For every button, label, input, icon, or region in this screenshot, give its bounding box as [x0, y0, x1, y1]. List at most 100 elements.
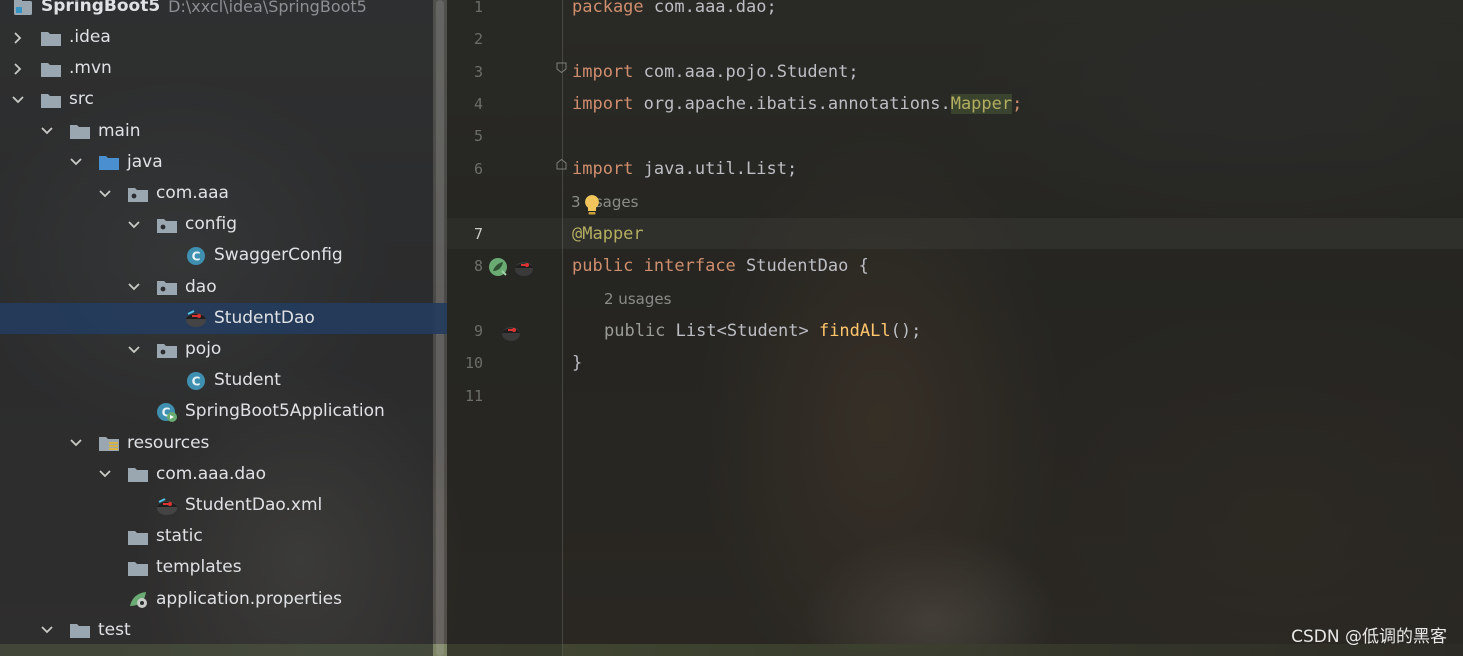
line-number[interactable]: 9: [447, 316, 483, 347]
tree-item-label: SpringBoot5Application: [185, 401, 385, 422]
tree-item-src[interactable]: src: [0, 84, 447, 115]
method-name: findALl: [818, 321, 891, 341]
tree-item-studentdao[interactable]: StudentDao: [0, 302, 447, 334]
chevron-down-icon[interactable]: [10, 92, 26, 108]
properties-icon: [127, 589, 149, 609]
chevron-down-icon[interactable]: [39, 123, 55, 139]
chevron-down-icon[interactable]: [39, 622, 55, 638]
code-text: com.aaa.dao;: [643, 0, 777, 17]
tree-item-com-aaa[interactable]: com.aaa: [0, 178, 447, 209]
project-root-name: SpringBoot5: [41, 0, 161, 16]
chevron-down-icon[interactable]: [126, 217, 142, 233]
spring-bean-icon[interactable]: [487, 256, 509, 278]
code-line-4[interactable]: import org.apache.ibatis.annotations.Map…: [572, 89, 1022, 120]
line-number[interactable]: 6: [447, 154, 483, 185]
chevron-down-icon[interactable]: [68, 435, 84, 451]
module-icon: [12, 0, 34, 17]
code-line-9[interactable]: public List<Student> findALl();: [604, 316, 921, 347]
tree-item-label: .mvn: [69, 58, 112, 79]
tree-item-springboot5application[interactable]: C SpringBoot5Application: [0, 396, 447, 427]
code-line-7[interactable]: @Mapper: [572, 219, 644, 250]
code-line-10[interactable]: }: [572, 348, 582, 379]
package-icon: [156, 277, 178, 297]
line-number[interactable]: 8: [447, 251, 483, 282]
code-line-6[interactable]: import java.util.List;: [572, 154, 797, 185]
code-text: java.util.List;: [633, 159, 798, 179]
lightbulb-icon[interactable]: [582, 193, 602, 217]
tree-item-label: test: [98, 619, 131, 640]
line-number[interactable]: 4: [447, 89, 483, 120]
chevron-down-icon[interactable]: [68, 154, 84, 170]
code-text: org.apache.ibatis.annotations.: [633, 94, 951, 114]
tree-item-label: dao: [185, 276, 217, 297]
chevron-right-icon[interactable]: [10, 30, 26, 46]
tree-item-pojo[interactable]: pojo: [0, 334, 447, 365]
code-line-3[interactable]: import com.aaa.pojo.Student;: [572, 57, 859, 88]
tree-item-label: .idea: [69, 27, 111, 47]
chevron-down-icon[interactable]: [97, 466, 113, 482]
chevron-down-icon[interactable]: [126, 342, 142, 358]
keyword: import: [572, 94, 634, 114]
mybatis-navigate-method-icon[interactable]: [500, 321, 522, 343]
line-number[interactable]: 1: [447, 0, 483, 23]
tree-item-label: StudentDao.xml: [185, 495, 323, 515]
code-text: ;: [1012, 94, 1023, 114]
tree-item-test[interactable]: test: [0, 615, 447, 646]
code-line-8[interactable]: public interface StudentDao {: [572, 251, 869, 282]
tree-item--mvn[interactable]: .mvn: [0, 53, 447, 84]
tree-item-dao[interactable]: dao: [0, 272, 447, 303]
mybatis-icon: [185, 308, 207, 328]
tree-item-main[interactable]: main: [0, 116, 447, 147]
tree-item-label: com.aaa.dao: [156, 463, 266, 484]
chevron-right-icon[interactable]: [10, 61, 26, 77]
spring-app-icon: C: [156, 402, 178, 422]
tree-item-studentdao-xml[interactable]: StudentDao.xml: [0, 490, 447, 521]
folder-icon: [40, 90, 62, 110]
tree-item-application-properties[interactable]: application.properties: [0, 584, 447, 615]
tree-item-student[interactable]: C Student: [0, 365, 447, 396]
annotation: @Mapper: [572, 224, 644, 244]
chevron-down-icon[interactable]: [126, 279, 142, 295]
line-number[interactable]: 11: [447, 381, 483, 412]
tree-item-label: java: [127, 151, 163, 172]
line-number[interactable]: 7: [447, 219, 483, 250]
folder-icon: [40, 59, 62, 79]
folder-icon: [69, 620, 91, 640]
code-text: }: [572, 353, 583, 373]
keyword: package: [572, 0, 644, 17]
tree-item-java[interactable]: java: [0, 147, 447, 178]
line-number[interactable]: 3: [447, 57, 483, 88]
mybatis-navigate-icon[interactable]: [513, 256, 535, 278]
keyword: public: [604, 321, 666, 341]
tree-item-label: StudentDao: [214, 307, 315, 328]
keyword: import: [572, 159, 634, 179]
tree-item-com-aaa-dao[interactable]: com.aaa.dao: [0, 459, 447, 490]
folder-icon: [40, 28, 62, 48]
source-folder-icon: [98, 152, 120, 172]
package-icon: [156, 340, 178, 360]
tree-item-static[interactable]: static: [0, 521, 447, 552]
fold-start-icon[interactable]: [556, 62, 567, 73]
tree-item-config[interactable]: config: [0, 209, 447, 240]
usages-hint-method[interactable]: 2 usages: [604, 284, 671, 315]
tree-item-templates[interactable]: templates: [0, 552, 447, 583]
line-number[interactable]: 5: [447, 121, 483, 152]
keyword: import: [572, 62, 634, 82]
watermark: CSDN @低调的黑客: [1291, 627, 1447, 647]
line-number[interactable]: 10: [447, 348, 483, 379]
fold-end-icon[interactable]: [556, 159, 567, 170]
project-root[interactable]: SpringBoot5 D:\xxcl\idea\SpringBoot5: [0, 0, 447, 22]
tree-item-swaggerconfig[interactable]: C SwaggerConfig: [0, 240, 447, 271]
line-number[interactable]: 2: [447, 24, 483, 55]
svg-text:C: C: [192, 374, 201, 388]
tree-item-resources[interactable]: resources: [0, 428, 447, 459]
folder-icon: [127, 464, 149, 484]
tree-item--idea[interactable]: .idea: [0, 22, 447, 53]
keyword: interface: [643, 256, 736, 276]
code-line-1[interactable]: package com.aaa.dao;: [572, 0, 777, 23]
folder-icon: [127, 558, 149, 578]
package-icon: [156, 215, 178, 235]
highlighted-reference: Mapper: [950, 94, 1013, 114]
chevron-down-icon[interactable]: [97, 186, 113, 202]
code-text: com.aaa.pojo.Student;: [633, 62, 859, 82]
